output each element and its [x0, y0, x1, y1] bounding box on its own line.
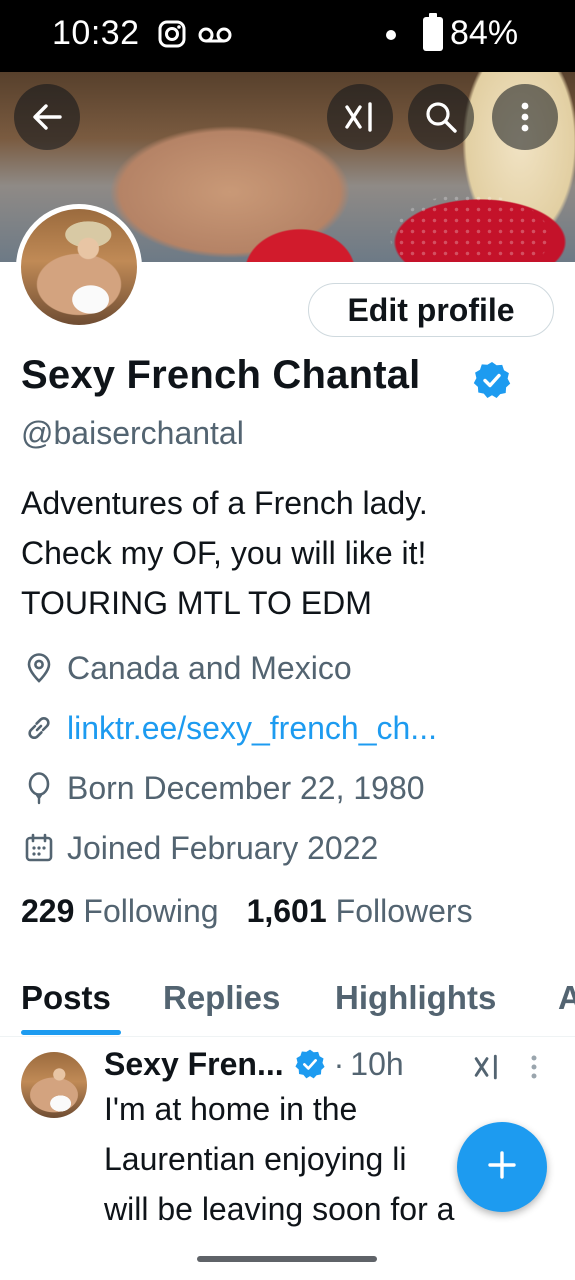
link-icon — [21, 710, 57, 746]
profile-handle: @baiserchantal — [21, 415, 244, 451]
more-vertical-icon — [520, 101, 530, 133]
followers-stat[interactable]: 1,601 Followers — [247, 893, 473, 930]
post-text-line: I'm at home in the — [104, 1091, 358, 1127]
display-name: Sexy French Chantal — [21, 353, 421, 397]
instagram-icon — [158, 20, 186, 53]
voicemail-icon — [198, 24, 232, 51]
profile-bio: Adventures of a French lady. Check my OF… — [21, 478, 428, 628]
followers-label: Followers — [335, 893, 473, 929]
post-more-icon[interactable] — [530, 1054, 538, 1085]
more-button[interactable] — [492, 84, 558, 150]
grok-button[interactable] — [327, 84, 393, 150]
search-button[interactable] — [408, 84, 474, 150]
location-pin-icon — [21, 650, 57, 686]
grok-icon[interactable] — [472, 1052, 502, 1087]
tab-highlights[interactable]: Highlights — [335, 979, 496, 1017]
plus-icon — [485, 1148, 519, 1187]
bio-line: Check my OF, you will like it! — [21, 535, 427, 571]
post-author-name[interactable]: Sexy Fren... — [104, 1046, 284, 1083]
active-tab-indicator — [21, 1030, 121, 1035]
tab-posts[interactable]: Posts — [21, 979, 111, 1017]
profile-website[interactable]: linktr.ee/sexy_french_ch... — [21, 706, 437, 750]
search-icon — [424, 100, 458, 134]
following-label: Following — [83, 893, 219, 929]
bio-line: TOURING MTL TO EDM — [21, 585, 372, 621]
balloon-icon — [21, 770, 57, 806]
calendar-icon — [21, 830, 57, 866]
post-time: 10h — [350, 1045, 404, 1082]
separator-dot: · — [333, 1045, 345, 1082]
following-stat[interactable]: 229 Following — [21, 893, 219, 930]
status-time: 10:32 — [52, 14, 140, 52]
profile-joined: Joined February 2022 — [21, 826, 378, 870]
website-link[interactable]: linktr.ee/sexy_french_ch... — [67, 710, 437, 747]
following-count: 229 — [21, 893, 75, 929]
status-bar: 10:32 84% — [0, 0, 575, 72]
battery-icon — [423, 13, 443, 51]
edit-profile-button[interactable]: Edit profile — [308, 283, 554, 337]
home-indicator[interactable] — [197, 1256, 377, 1262]
followers-count: 1,601 — [246, 893, 327, 929]
joined-text: Joined February 2022 — [67, 829, 379, 866]
verified-badge-icon[interactable] — [472, 360, 512, 405]
profile-tabs: Posts Replies Highlights A — [0, 975, 575, 1037]
profile-stats: 229 Following 1,601 Followers — [21, 893, 473, 930]
post-avatar[interactable] — [21, 1052, 87, 1118]
verified-badge-icon — [294, 1048, 326, 1080]
profile-birthday: Born December 22, 1980 — [21, 766, 425, 810]
tab-replies[interactable]: Replies — [163, 979, 280, 1017]
compose-button[interactable] — [457, 1122, 547, 1212]
post-header: Sexy Fren... · 10h — [104, 1042, 404, 1086]
grok-icon — [342, 99, 378, 135]
tab-articles[interactable]: A — [558, 979, 575, 1017]
notification-dot — [386, 30, 396, 40]
location-text: Canada and Mexico — [67, 649, 352, 686]
bio-line: Adventures of a French lady. — [21, 485, 428, 521]
birthday-text: Born December 22, 1980 — [67, 769, 425, 806]
arrow-left-icon — [30, 100, 64, 134]
battery-percent: 84% — [450, 14, 519, 52]
back-button[interactable] — [14, 84, 80, 150]
profile-location: Canada and Mexico — [21, 646, 352, 690]
profile-avatar[interactable] — [16, 204, 142, 330]
post-text-line: will be leaving soon for a — [104, 1191, 455, 1227]
